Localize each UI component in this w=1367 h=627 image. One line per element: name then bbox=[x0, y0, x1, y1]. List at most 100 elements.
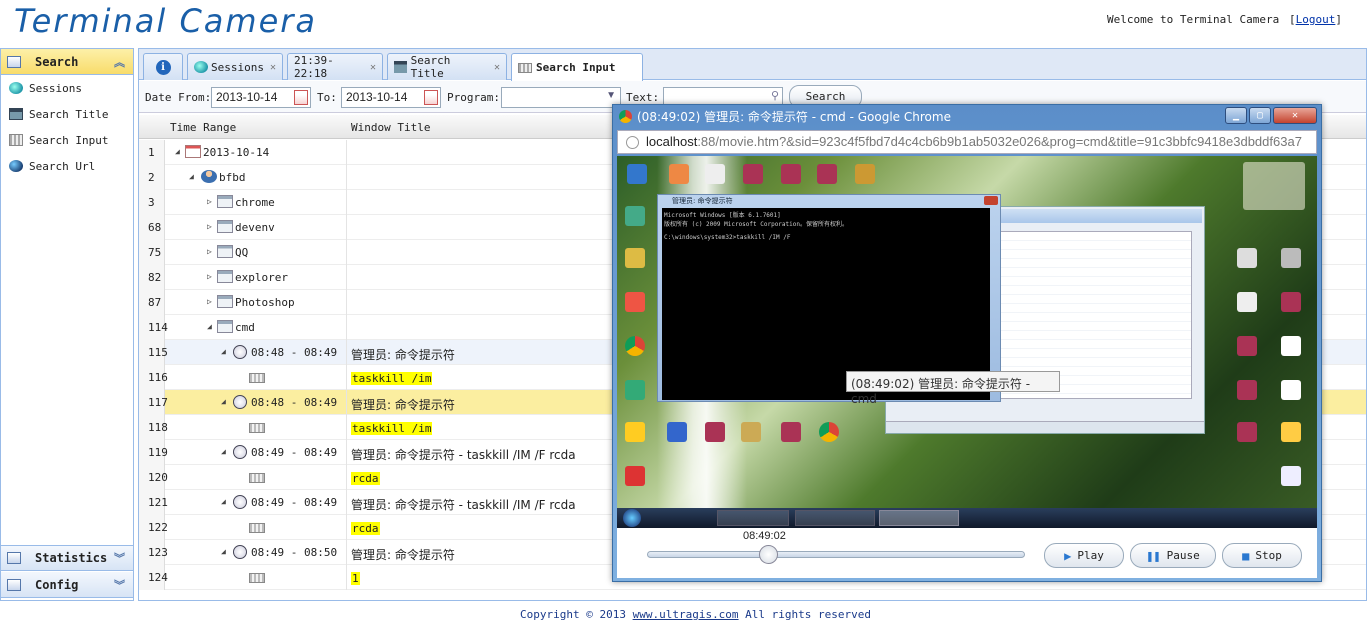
playback-time: 08:49:02 bbox=[743, 530, 786, 542]
calendar-icon[interactable] bbox=[294, 90, 308, 105]
tree-node-label[interactable]: explorer bbox=[235, 271, 288, 284]
welcome-text: Welcome to Terminal Camera bbox=[1107, 13, 1280, 26]
collapse-arrow-icon[interactable]: ◢ bbox=[175, 147, 180, 156]
start-button-icon bbox=[623, 509, 641, 527]
sidebar-item-search-title[interactable]: Search Title bbox=[1, 101, 133, 127]
collapse-arrow-icon[interactable]: ◢ bbox=[221, 447, 226, 456]
tab-time-range[interactable]: 21:39-22:18 ✕ bbox=[287, 53, 383, 80]
sidebar-item-search-input[interactable]: Search Input bbox=[1, 127, 133, 153]
logout-link[interactable]: Logout bbox=[1296, 13, 1336, 26]
input-text-cell: taskkill /im bbox=[351, 421, 433, 435]
sessions-icon bbox=[9, 82, 23, 94]
search-panel-label: Search bbox=[35, 54, 79, 69]
desktop-icon bbox=[625, 248, 645, 268]
sidebar-item-label: Search Input bbox=[29, 133, 109, 147]
address-bar[interactable]: localhost:88/movie.htm?&sid=923c4f5fbd7d… bbox=[617, 130, 1317, 154]
keyboard-icon bbox=[249, 523, 265, 533]
expand-icon[interactable]: ︾ bbox=[114, 550, 125, 566]
close-icon[interactable]: ✕ bbox=[370, 62, 376, 73]
close-window-button[interactable]: ✕ bbox=[1273, 107, 1317, 124]
keyboard-icon bbox=[249, 373, 265, 383]
date-to-field[interactable]: 2013-10-14 bbox=[341, 87, 441, 108]
tree-node-label[interactable]: 08:49 - 08:49 bbox=[251, 446, 337, 459]
expand-icon[interactable]: ︾ bbox=[114, 577, 125, 593]
tree-node-label[interactable]: 08:48 - 08:49 bbox=[251, 346, 337, 359]
desktop-icon bbox=[1237, 380, 1257, 400]
window-title-text: 管理员: 命令提示符 - taskkill /IM /F rcda bbox=[351, 498, 576, 512]
tab-sessions[interactable]: Sessions ✕ bbox=[187, 53, 283, 80]
program-select[interactable]: ▼ bbox=[501, 87, 621, 108]
chevron-down-icon[interactable]: ▼ bbox=[606, 90, 616, 101]
collapse-arrow-icon[interactable]: ◢ bbox=[221, 497, 226, 506]
tree-node-label[interactable]: devenv bbox=[235, 221, 275, 234]
tree-node-label[interactable]: 2013-10-14 bbox=[203, 146, 269, 159]
url-host: localhost bbox=[646, 134, 698, 149]
tab-info[interactable]: i bbox=[143, 53, 183, 80]
tree-node-label[interactable]: QQ bbox=[235, 246, 248, 259]
expand-arrow-icon[interactable]: ▷ bbox=[207, 222, 212, 231]
collapse-arrow-icon[interactable]: ◢ bbox=[221, 397, 226, 406]
maximize-button[interactable]: ▢ bbox=[1249, 107, 1271, 124]
close-icon[interactable]: ✕ bbox=[270, 62, 276, 73]
stop-icon: ■ bbox=[1242, 548, 1250, 563]
statistics-panel-header[interactable]: Statistics ︾ bbox=[1, 545, 133, 571]
tree-node-label[interactable]: bfbd bbox=[219, 171, 246, 184]
sidebar-item-sessions[interactable]: Sessions bbox=[1, 75, 133, 101]
recorded-screen[interactable]: 管理员: 命令提示符 Microsoft Windows [版本 6.1.760… bbox=[617, 156, 1317, 528]
window-title-cell: 管理员: 命令提示符 bbox=[351, 346, 455, 363]
calendar-icon[interactable] bbox=[424, 90, 438, 105]
progress-slider[interactable] bbox=[647, 545, 1025, 564]
windows-taskbar bbox=[617, 508, 1317, 528]
clock-icon bbox=[233, 345, 247, 359]
close-icon[interactable]: ✕ bbox=[494, 62, 500, 73]
window-title-icon bbox=[9, 108, 23, 120]
console-line: Microsoft Windows [版本 6.1.7601] bbox=[664, 212, 781, 219]
desktop-icon bbox=[625, 380, 645, 400]
collapse-arrow-icon[interactable]: ◢ bbox=[189, 172, 194, 181]
collapse-arrow-icon[interactable]: ◢ bbox=[207, 322, 212, 331]
tab-search-input[interactable]: Search Input bbox=[511, 53, 643, 81]
sidebar-item-search-url[interactable]: Search Url bbox=[1, 153, 133, 179]
desktop-icon bbox=[781, 164, 801, 184]
slider-thumb[interactable] bbox=[758, 545, 778, 564]
expand-arrow-icon[interactable]: ▷ bbox=[207, 247, 212, 256]
collapse-arrow-icon[interactable]: ◢ bbox=[221, 347, 226, 356]
time-range-cell bbox=[165, 365, 347, 390]
keyboard-icon bbox=[249, 473, 265, 483]
tree-node-label[interactable]: 08:49 - 08:49 bbox=[251, 496, 337, 509]
desktop-icon bbox=[669, 164, 689, 184]
tab-search-title[interactable]: Search Title ✕ bbox=[387, 53, 507, 80]
player-window-title: (08:49:02) 管理员: 命令提示符 - cmd - Google Chr… bbox=[637, 110, 951, 124]
tree-node-label[interactable]: 08:48 - 08:49 bbox=[251, 396, 337, 409]
to-label: To: bbox=[317, 91, 337, 104]
panel-icon bbox=[7, 552, 21, 564]
time-range-cell: ◢ bfbd bbox=[165, 165, 347, 190]
tree-node-label[interactable]: chrome bbox=[235, 196, 275, 209]
input-text-cell: rcda bbox=[351, 471, 380, 485]
desktop-icon bbox=[743, 164, 763, 184]
row-number: 2 bbox=[139, 165, 165, 190]
tree-node-label[interactable]: 08:49 - 08:50 bbox=[251, 546, 337, 559]
footer: Copyright © 2013 www.ultragis.com All ri… bbox=[0, 601, 1367, 627]
expand-arrow-icon[interactable]: ▷ bbox=[207, 297, 212, 306]
play-button[interactable]: ▶ Play bbox=[1044, 543, 1124, 568]
column-header-window-title[interactable]: Window Title bbox=[351, 121, 430, 134]
date-from-field[interactable]: 2013-10-14 bbox=[211, 87, 311, 108]
desktop-icon bbox=[1281, 380, 1301, 400]
column-header-time-range[interactable]: Time Range bbox=[170, 121, 236, 134]
tree-node-label[interactable]: Photoshop bbox=[235, 296, 295, 309]
stop-button[interactable]: ■ Stop bbox=[1222, 543, 1302, 568]
pause-button[interactable]: ❚❚ Pause bbox=[1130, 543, 1216, 568]
row-number: 1 bbox=[139, 140, 165, 165]
collapse-arrow-icon[interactable]: ◢ bbox=[221, 547, 226, 556]
expand-arrow-icon[interactable]: ▷ bbox=[207, 197, 212, 206]
app-window-icon bbox=[217, 320, 233, 333]
collapse-icon[interactable]: ︽ bbox=[114, 54, 125, 70]
minimize-button[interactable]: ▁ bbox=[1225, 107, 1247, 124]
tree-node-label[interactable]: cmd bbox=[235, 321, 255, 334]
time-range-cell: ◢ cmd bbox=[165, 315, 347, 340]
expand-arrow-icon[interactable]: ▷ bbox=[207, 272, 212, 281]
website-link[interactable]: www.ultragis.com bbox=[633, 608, 739, 621]
config-panel-header[interactable]: Config ︾ bbox=[1, 572, 133, 598]
search-panel-header[interactable]: Search ︽ bbox=[1, 49, 133, 75]
